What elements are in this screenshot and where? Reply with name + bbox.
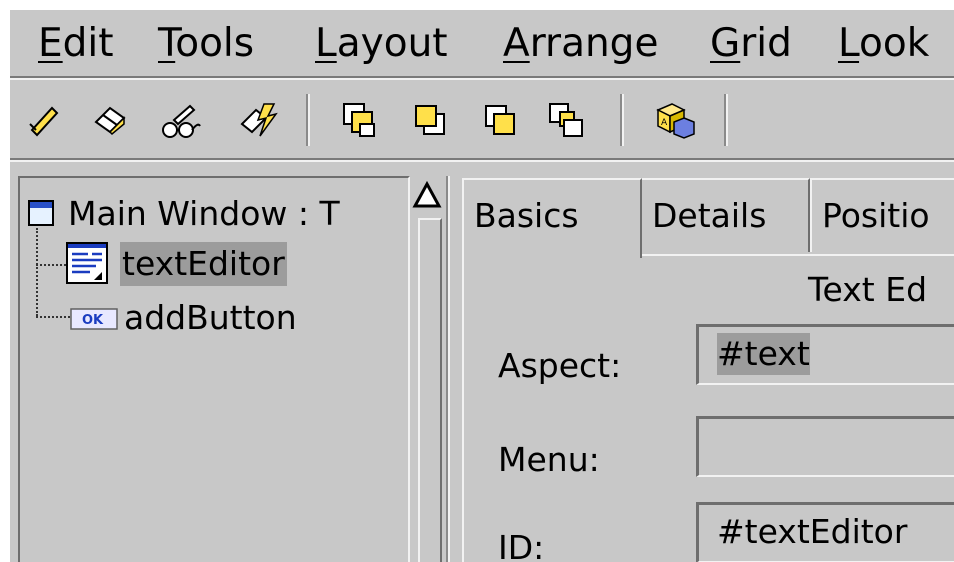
tree-item-label: addButton [124,298,297,337]
menu-field[interactable] [696,416,954,477]
toolbar: A [10,84,954,154]
menu-label: ook [859,21,930,66]
editor-window: Edit Tools Layout Arrange Grid Look A Ma… [10,10,954,562]
tab-label: Positio [822,196,930,235]
aspect-value: #text [717,333,810,375]
menu-tools[interactable]: Tools [158,22,254,66]
panel-splitter[interactable] [446,176,450,562]
pencil-check-icon[interactable] [24,100,64,140]
tab-bar: Basics Details Positio [462,178,954,258]
svg-text:OK: OK [82,313,104,328]
menu-label: rid [740,21,792,66]
aspect-label: Aspect: [498,346,622,385]
mnemonic: T [158,21,176,66]
bring-forward-icon[interactable] [480,100,520,140]
id-field[interactable]: #textEditor [696,502,954,562]
component-tree[interactable]: Main Window : T textEditor OK addButton [18,176,410,562]
svg-text:A: A [661,118,668,128]
mnemonic: G [710,21,741,66]
menu-label: ayout [336,21,448,66]
mnemonic: E [38,21,63,66]
id-label: ID: [498,528,545,562]
mnemonic: L [838,21,860,66]
toolbar-divider [10,158,954,162]
menu-label: Menu: [498,440,600,479]
menubar-divider [10,76,954,80]
bring-to-front-icon[interactable] [340,100,380,140]
tree-item-texteditor[interactable]: textEditor [20,240,406,286]
tab-position[interactable]: Positio [810,178,954,252]
toolbar-separator [306,94,310,146]
glasses-inspect-icon[interactable] [160,100,201,140]
menu-label: ools [175,21,255,66]
menu-label: rrange [529,21,659,66]
tree-root-row[interactable]: Main Window : T [20,192,406,238]
tab-details[interactable]: Details [640,178,810,252]
window-icon [28,200,56,228]
aspect-field[interactable]: #text [696,324,954,385]
menu-look[interactable]: Look [838,22,929,66]
scroll-up-arrow-icon[interactable] [412,180,442,210]
mnemonic: L [315,21,337,66]
scroll-track[interactable] [418,218,442,562]
ok-button-icon: OK [70,308,118,330]
menu-arrange[interactable]: Arrange [503,22,658,66]
tree-root-label: Main Window : T [68,194,340,233]
send-backward-icon[interactable] [546,100,586,140]
tab-label: Basics [474,196,579,235]
menu-grid[interactable]: Grid [710,22,792,66]
tab-label: Details [652,196,767,235]
mnemonic: A [503,21,530,66]
lightning-pencil-icon[interactable] [236,100,278,140]
toolbar-separator [620,94,624,146]
toolbar-separator [724,94,728,146]
menu-bar: Edit Tools Layout Arrange Grid Look [10,10,954,76]
tree-scrollbar[interactable] [410,176,444,562]
tree-item-label: textEditor [120,242,287,286]
menu-layout[interactable]: Layout [315,22,448,66]
component-cube-icon[interactable]: A [654,100,695,140]
basics-panel: Text Ed Aspect: #text Menu: ID: #textEdi… [462,254,954,562]
id-value: #textEditor [717,512,908,551]
menu-edit[interactable]: Edit [38,22,114,66]
panel-heading: Text Ed [808,270,928,309]
text-editor-icon [66,242,110,286]
eraser-icon[interactable] [90,100,130,140]
tab-basics[interactable]: Basics [462,178,642,258]
send-to-back-icon[interactable] [410,100,450,140]
menu-label: dit [62,21,114,66]
tree-item-addbutton[interactable]: OK addButton [20,296,406,342]
